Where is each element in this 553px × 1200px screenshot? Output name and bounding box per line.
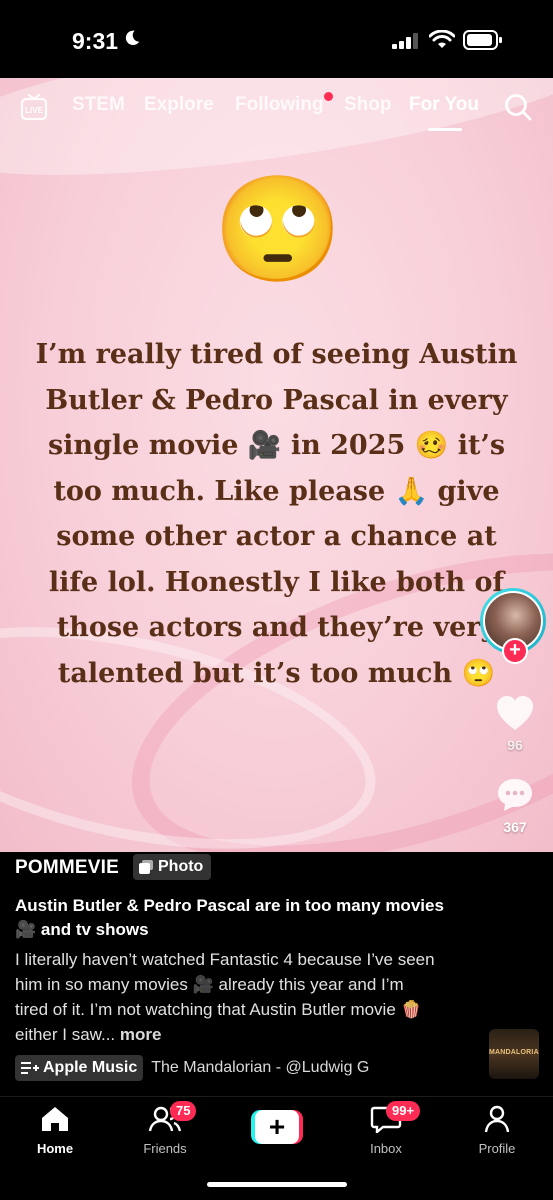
comment-icon [498,779,532,811]
comment-count: 367 [503,819,527,835]
music-track[interactable]: The Mandalorian - @Ludwig G [151,1059,369,1077]
tab-stem[interactable]: STEM [72,94,125,116]
playlist-add-icon [21,1062,39,1074]
like-button[interactable]: 96 [485,694,545,753]
inbox-badge: 99+ [386,1101,421,1121]
music-row[interactable]: Apple Music The Mandalorian - @Ludwig G [15,1055,369,1081]
post-text: I’m really tired of seeing Austin Butler… [35,339,518,689]
like-count: 96 [507,737,523,753]
apple-music-label: Apple Music [43,1059,138,1076]
author-name[interactable]: POMMEVIE [15,857,119,879]
profile-icon [484,1105,510,1133]
music-album-thumbnail[interactable]: MANDALORIAN [489,1029,539,1079]
nav-home-label: Home [36,1141,74,1156]
tab-explore[interactable]: Explore [144,94,214,116]
cellular-signal-icon [392,33,418,49]
nav-home[interactable]: Home [15,1105,95,1156]
eye-roll-emoji: 🙄 [213,172,343,288]
follow-button[interactable]: + [502,638,528,664]
nav-friends-label: Friends [143,1141,187,1156]
photo-badge-label: Photo [158,858,204,875]
more-link[interactable]: more [120,1025,162,1044]
status-bar: 9:31 [0,0,553,78]
tab-following[interactable]: Following [235,94,324,116]
moon-icon [125,30,140,46]
nav-profile-label: Profile [478,1141,516,1156]
comment-button[interactable]: 367 [485,776,545,835]
wifi-icon [429,30,455,48]
live-icon[interactable]: LIVE [20,93,48,121]
photo-badge: Photo [133,854,212,880]
status-time: 9:31 [72,28,119,54]
tab-for-you[interactable]: For You [409,94,479,116]
create-button[interactable]: + [251,1110,303,1144]
nav-inbox[interactable]: 99+ Inbox [346,1101,426,1156]
battery-icon [463,30,502,50]
search-icon[interactable] [503,92,533,122]
heart-icon [497,696,533,730]
nav-friends[interactable]: 75 Friends [125,1101,205,1156]
post-title: Austin Butler & Pedro Pascal are in too … [15,896,444,939]
friends-badge: 75 [170,1101,197,1121]
tab-shop[interactable]: Shop [344,94,392,116]
photo-icon [139,860,153,874]
description-text: I literally haven’t watched Fantastic 4 … [15,950,435,1044]
album-thumbnail-text: MANDALORIAN [489,1049,539,1056]
home-indicator [207,1182,347,1187]
apple-music-badge[interactable]: Apple Music [15,1055,144,1081]
top-nav: LIVE STEM Explore Following Shop For You [0,90,553,131]
plus-icon: + [255,1110,299,1144]
post-description[interactable]: I literally haven’t watched Fantastic 4 … [15,947,435,1047]
caption-panel: POMMEVIE Photo Austin Butler & Pedro Pas… [0,852,553,1096]
nav-inbox-label: Inbox [370,1141,402,1156]
live-label: LIVE [25,106,43,115]
following-notification-dot [324,92,333,101]
active-tab-indicator [428,128,462,131]
nav-profile[interactable]: Profile [457,1105,537,1156]
home-icon [42,1107,68,1131]
